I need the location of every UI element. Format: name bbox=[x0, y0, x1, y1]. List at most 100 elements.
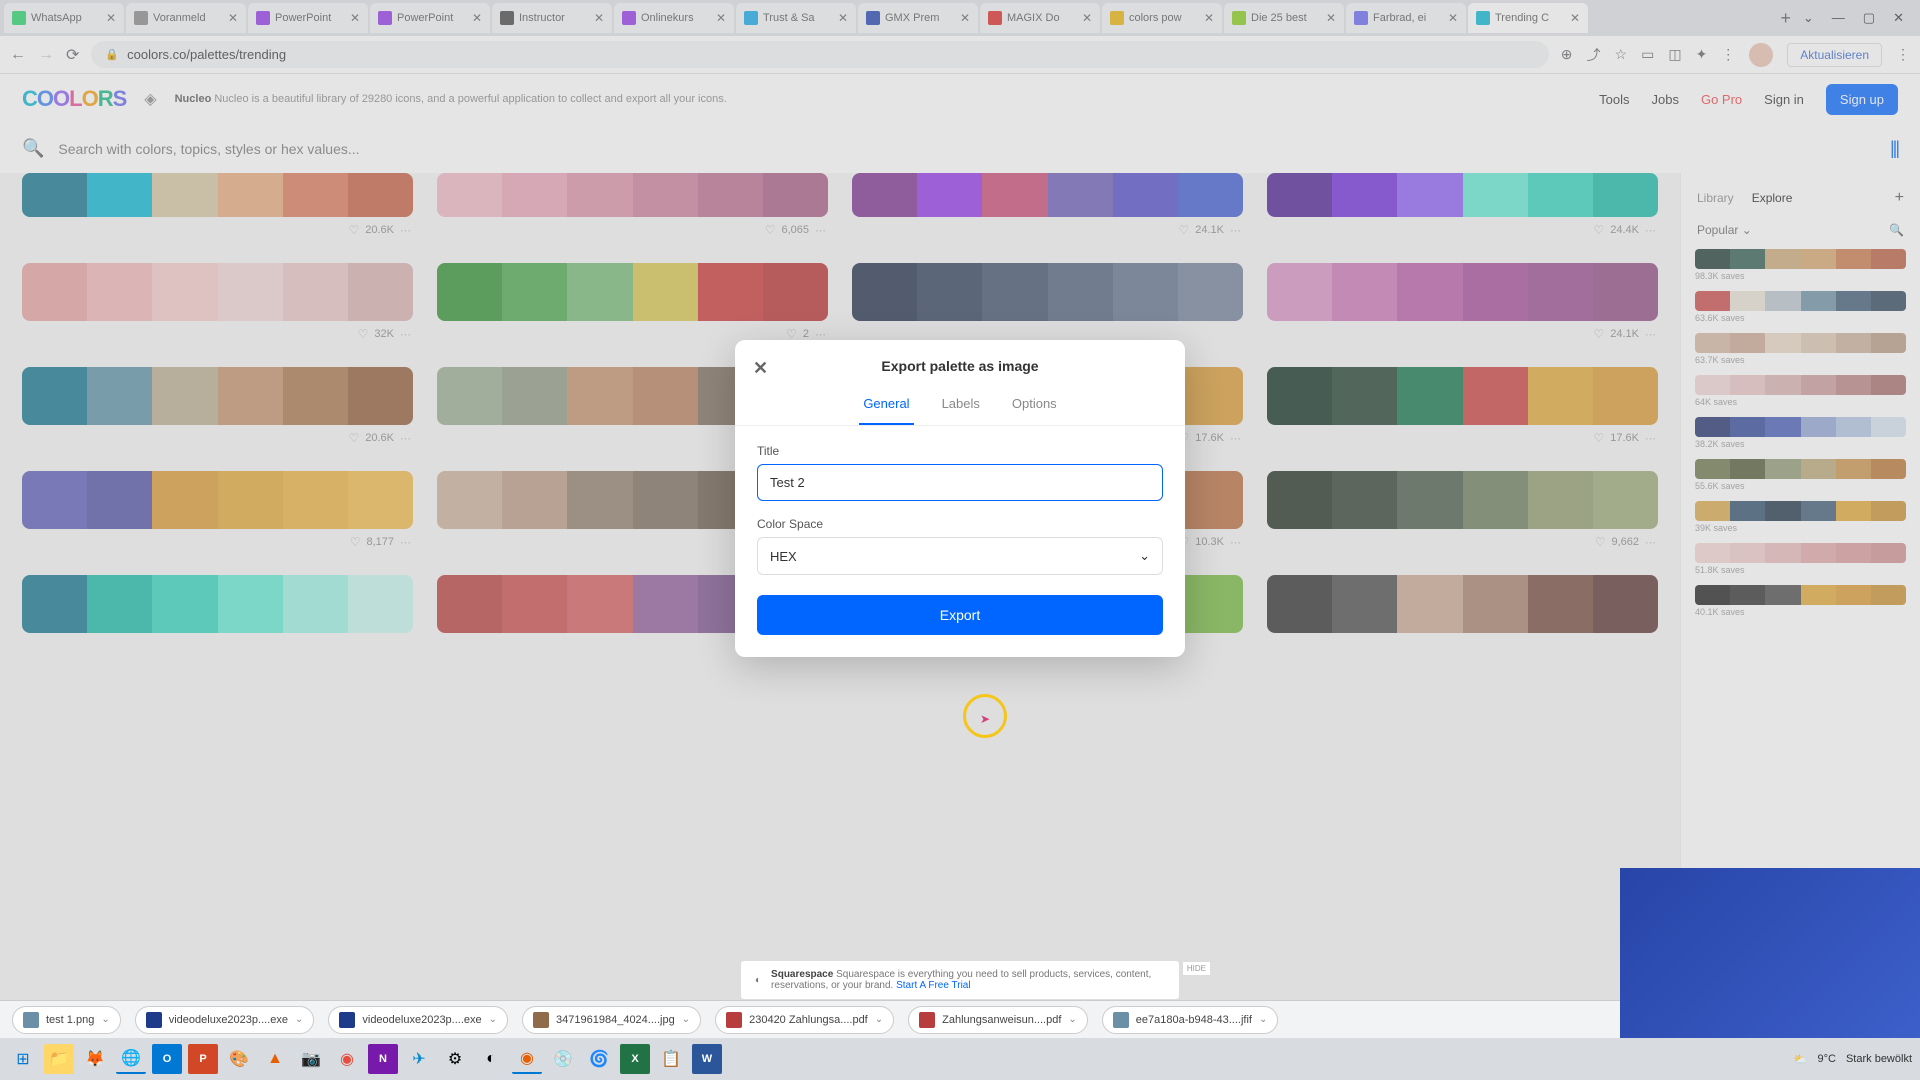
sidebar-add-button[interactable]: + bbox=[1895, 189, 1904, 207]
chrome-icon[interactable]: 🌐 bbox=[116, 1044, 146, 1074]
mini-palette[interactable] bbox=[1695, 459, 1906, 479]
colorspace-select[interactable]: HEX ⌄ bbox=[757, 537, 1163, 575]
mini-palette[interactable] bbox=[1695, 291, 1906, 311]
reader-icon[interactable]: ▭ bbox=[1641, 46, 1654, 63]
word-icon[interactable]: W bbox=[692, 1044, 722, 1074]
minimize-icon[interactable]: — bbox=[1832, 10, 1845, 26]
outlook-icon[interactable]: O bbox=[152, 1044, 182, 1074]
app-icon-4[interactable]: ⚙ bbox=[440, 1044, 470, 1074]
new-tab-button[interactable]: + bbox=[1770, 8, 1801, 29]
browser-tab[interactable]: Onlinekurs✕ bbox=[614, 3, 734, 33]
onenote-icon[interactable]: N bbox=[368, 1044, 398, 1074]
sidebar-search-icon[interactable]: 🔍 bbox=[1889, 223, 1904, 237]
coolors-logo[interactable]: COOLORS bbox=[22, 86, 126, 112]
palette-card[interactable]: ♡6,065⋯ bbox=[437, 173, 828, 243]
promo-banner[interactable]: Nucleo Nucleo is a beautiful library of … bbox=[175, 92, 727, 106]
vlc-icon[interactable]: ▲ bbox=[260, 1044, 290, 1074]
browser-tab[interactable]: WhatsApp✕ bbox=[4, 3, 124, 33]
palette-card[interactable] bbox=[22, 575, 413, 633]
explorer-icon[interactable]: 📁 bbox=[44, 1044, 74, 1074]
browser-tab[interactable]: PowerPoint✕ bbox=[370, 3, 490, 33]
mini-palette[interactable] bbox=[1695, 417, 1906, 437]
title-input[interactable] bbox=[757, 464, 1163, 501]
app-icon-1[interactable]: 🎨 bbox=[224, 1044, 254, 1074]
export-button[interactable]: Export bbox=[757, 595, 1163, 635]
sidebar-tab-library[interactable]: Library bbox=[1697, 191, 1734, 205]
app-icon-5[interactable]: ◐ bbox=[476, 1044, 506, 1074]
kebab-icon[interactable]: ⋮ bbox=[1896, 46, 1910, 63]
app-icon-7[interactable]: 💿 bbox=[548, 1044, 578, 1074]
download-item[interactable]: Zahlungsanweisun....pdf⌄ bbox=[908, 1006, 1088, 1034]
filter-icon[interactable]: ||| bbox=[1890, 138, 1898, 159]
download-item[interactable]: videodeluxe2023p....exe⌄ bbox=[328, 1006, 508, 1034]
palette-card[interactable]: ♡24.1K⋯ bbox=[1267, 263, 1658, 347]
extensions-icon[interactable]: ◫ bbox=[1668, 46, 1681, 63]
download-item[interactable]: videodeluxe2023p....exe⌄ bbox=[135, 1006, 315, 1034]
powerpoint-icon[interactable]: P bbox=[188, 1044, 218, 1074]
app-icon-6[interactable]: ◉ bbox=[512, 1044, 542, 1074]
browser-tab[interactable]: Voranmeld✕ bbox=[126, 3, 246, 33]
maximize-icon[interactable]: ▢ bbox=[1863, 10, 1875, 26]
nav-signin[interactable]: Sign in bbox=[1764, 92, 1804, 107]
reload-button[interactable]: ⟳ bbox=[66, 45, 79, 65]
browser-tab[interactable]: Trending C✕ bbox=[1468, 3, 1588, 33]
profile-avatar[interactable] bbox=[1749, 43, 1773, 67]
browser-tab[interactable]: colors pow✕ bbox=[1102, 3, 1222, 33]
modal-tab-general[interactable]: General bbox=[859, 388, 913, 425]
palette-card[interactable]: ♡24.1K⋯ bbox=[852, 173, 1243, 243]
nav-gopro[interactable]: Go Pro bbox=[1701, 92, 1742, 107]
update-button[interactable]: Aktualisieren bbox=[1787, 43, 1882, 67]
firefox-icon[interactable]: 🦊 bbox=[80, 1044, 110, 1074]
palette-card[interactable]: ♡9,662⋯ bbox=[1267, 471, 1658, 555]
palette-card[interactable]: ♡20.6K⋯ bbox=[22, 173, 413, 243]
download-item[interactable]: 3471961984_4024....jpg⌄ bbox=[522, 1006, 701, 1034]
telegram-icon[interactable]: ✈ bbox=[404, 1044, 434, 1074]
app-icon-3[interactable]: ◉ bbox=[332, 1044, 362, 1074]
browser-tab[interactable]: Trust & Sa✕ bbox=[736, 3, 856, 33]
sort-dropdown[interactable]: Popular ⌄ bbox=[1697, 223, 1752, 237]
signup-button[interactable]: Sign up bbox=[1826, 84, 1898, 115]
palette-card[interactable] bbox=[852, 263, 1243, 347]
forward-button[interactable]: → bbox=[38, 46, 54, 64]
bookmark-icon[interactable]: ☆ bbox=[1615, 46, 1628, 63]
translate-icon[interactable]: ⊕ bbox=[1561, 46, 1573, 63]
excel-icon[interactable]: X bbox=[620, 1044, 650, 1074]
browser-tab[interactable]: Die 25 best✕ bbox=[1224, 3, 1344, 33]
chevron-down-icon[interactable]: ⌄ bbox=[1803, 10, 1814, 26]
share-icon[interactable]: ⤴ bbox=[1587, 45, 1601, 65]
sidebar-tab-explore[interactable]: Explore bbox=[1752, 191, 1793, 205]
mini-palette[interactable] bbox=[1695, 375, 1906, 395]
mini-palette[interactable] bbox=[1695, 543, 1906, 563]
palette-card[interactable] bbox=[1267, 575, 1658, 633]
modal-close-button[interactable]: ✕ bbox=[753, 358, 768, 379]
edge-icon[interactable]: 🌀 bbox=[584, 1044, 614, 1074]
mini-palette[interactable] bbox=[1695, 333, 1906, 353]
palette-card[interactable]: ♡17.6K⋯ bbox=[1267, 367, 1658, 451]
app-icon-8[interactable]: 📋 bbox=[656, 1044, 686, 1074]
browser-tab[interactable]: PowerPoint✕ bbox=[248, 3, 368, 33]
palette-card[interactable]: ♡24.4K⋯ bbox=[1267, 173, 1658, 243]
ad-hide-button[interactable]: HIDE bbox=[1182, 961, 1211, 976]
download-item[interactable]: ee7a180a-b948-43....jfif⌄ bbox=[1102, 1006, 1279, 1034]
browser-tab[interactable]: GMX Prem✕ bbox=[858, 3, 978, 33]
browser-tab[interactable]: MAGIX Do✕ bbox=[980, 3, 1100, 33]
ad-banner[interactable]: ◐ Squarespace Squarespace is everything … bbox=[740, 960, 1180, 1000]
download-item[interactable]: test 1.png⌄ bbox=[12, 1006, 121, 1034]
palette-card[interactable]: ♡2⋯ bbox=[437, 263, 828, 347]
palette-card[interactable]: ♡32K⋯ bbox=[22, 263, 413, 347]
nav-jobs[interactable]: Jobs bbox=[1652, 92, 1679, 107]
puzzle-icon[interactable]: ✦ bbox=[1696, 46, 1708, 63]
palette-card[interactable]: ♡20.6K⋯ bbox=[22, 367, 413, 451]
nav-tools[interactable]: Tools bbox=[1599, 92, 1629, 107]
search-icon[interactable]: 🔍 bbox=[22, 138, 44, 159]
url-input[interactable]: 🔒 coolors.co/palettes/trending bbox=[91, 41, 1548, 68]
app-icon-2[interactable]: 📷 bbox=[296, 1044, 326, 1074]
ad-cta-link[interactable]: Start A Free Trial bbox=[896, 980, 970, 991]
palette-card[interactable]: ♡8,177⋯ bbox=[22, 471, 413, 555]
modal-tab-labels[interactable]: Labels bbox=[938, 388, 984, 425]
search-input[interactable] bbox=[58, 141, 1876, 157]
browser-tab[interactable]: Farbrad, ei✕ bbox=[1346, 3, 1466, 33]
close-window-icon[interactable]: ✕ bbox=[1893, 10, 1904, 26]
browser-tab[interactable]: Instructor✕ bbox=[492, 3, 612, 33]
weather-icon[interactable]: ⛅ bbox=[1794, 1053, 1808, 1066]
